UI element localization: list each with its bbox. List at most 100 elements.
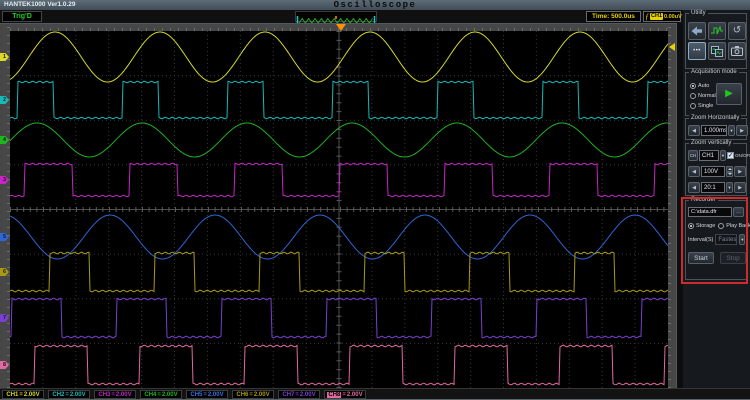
range-decrease-button[interactable]: ◀ <box>688 166 700 177</box>
waveform-plot-area[interactable] <box>9 31 669 388</box>
browse-button[interactable]: … <box>733 207 744 217</box>
spin-down-button[interactable] <box>726 171 733 177</box>
channel-select-value: CH1 <box>702 152 715 159</box>
range-increase-button[interactable]: ▶ <box>734 166 746 177</box>
radio-normal-label: Normal <box>698 93 716 99</box>
voltage-range-value: 100V <box>704 168 719 175</box>
channel-position-marker-ch3[interactable]: 3 <box>0 176 9 184</box>
recorder-title: Recorder <box>689 197 718 204</box>
channel-button[interactable]: CH <box>688 150 698 161</box>
right-arrow-icon: ▶ <box>738 168 742 175</box>
undo-button[interactable]: ↺ <box>728 22 746 40</box>
spin-up-icon <box>727 166 732 171</box>
screenshot-button[interactable] <box>728 42 746 60</box>
channel-position-marker-ch2[interactable]: 2 <box>0 96 9 104</box>
onoff-checkbox[interactable]: ✓ <box>727 152 734 159</box>
channel-equals: = <box>295 391 299 398</box>
voltage-range-spinner[interactable] <box>726 166 733 177</box>
oscilloscope-window: HANTEK1000 Ver1.0.29 Oscilloscope Trig'D… <box>0 0 750 400</box>
record-preview-strip[interactable] <box>295 11 377 25</box>
channel-status-ch4[interactable]: CH4 = 2.00V <box>140 390 182 399</box>
probe-dropdown-button[interactable]: ▼ <box>726 182 733 193</box>
record-path-input[interactable]: C:\data.dfr <box>688 207 732 217</box>
zoom-h-value-field[interactable]: 1.000ms <box>701 125 727 136</box>
probe-increase-button[interactable]: ▶ <box>734 182 746 193</box>
multi-window-button[interactable] <box>708 42 726 60</box>
zoom-h-increase-button[interactable]: ▶ <box>736 125 748 136</box>
right-ruler[interactable] <box>668 24 676 388</box>
zoom-h-decrease-button[interactable]: ◀ <box>688 125 700 136</box>
more-options-button[interactable]: ••• <box>688 42 706 60</box>
radio-playback-label: Play Back <box>726 223 750 229</box>
acquisition-title: Acquisition mode <box>689 69 739 76</box>
channel-position-marker-ch4[interactable]: 4 <box>0 136 9 144</box>
channel-equals: = <box>65 391 69 398</box>
zoom-h-dropdown-button[interactable]: ▼ <box>728 125 735 136</box>
start-button[interactable]: Start <box>688 252 714 264</box>
zoom-vertical-group: Zoom vertically CH CH1 ▼ ✓ ON/OFF ◀ 100V… <box>685 140 750 196</box>
channel-status-ch3[interactable]: CH3 = 2.00V <box>94 390 136 399</box>
channel-status-ch8[interactable]: CH8 = 2.00V <box>324 390 366 399</box>
channel-position-marker-ch5[interactable]: 5 <box>0 233 9 241</box>
channel-status-ch1[interactable]: CH1 = 2.00V <box>2 390 44 399</box>
channel-equals: = <box>249 391 253 398</box>
channel-position-marker-ch8[interactable]: 8 <box>0 361 9 369</box>
acquisition-option-auto[interactable]: Auto <box>690 81 716 91</box>
probe-ratio-field[interactable]: 20:1 <box>701 182 725 193</box>
acquisition-option-single[interactable]: Single <box>690 101 716 111</box>
trigger-status-badge: Trig'D <box>2 11 42 22</box>
horizontal-ruler[interactable] <box>10 24 668 31</box>
channel-position-marker-ch6[interactable]: 6 <box>0 268 9 276</box>
acquisition-option-normal[interactable]: Normal <box>690 91 716 101</box>
channel-label: CH1 <box>6 391 19 398</box>
radio-auto[interactable] <box>690 83 696 89</box>
right-arrow-icon: ▶ <box>740 127 744 134</box>
run-button[interactable]: ▶ <box>716 83 742 105</box>
channel-volts-per-div: 2.00V <box>346 391 363 398</box>
recorder-mode-playback[interactable]: Play Back <box>718 221 750 231</box>
probe-decrease-button[interactable]: ◀ <box>688 182 700 193</box>
radio-playback[interactable] <box>718 223 725 229</box>
ellipsis-icon: ••• <box>693 48 701 54</box>
channel-dropdown-button[interactable]: ▼ <box>720 150 726 161</box>
waveforms-canvas <box>9 31 669 388</box>
voltage-range-field[interactable]: 100V <box>701 166 725 177</box>
camera-icon <box>731 46 743 56</box>
channel-label: CH4 <box>144 391 157 398</box>
interval-select[interactable]: Fastest <box>715 234 738 245</box>
window-title: Oscilloscope <box>333 0 417 10</box>
radio-auto-label: Auto <box>698 83 710 89</box>
channel-volts-per-div: 2.00V <box>69 391 86 398</box>
control-sidebar: Utility ↺ ••• Acquisition mode Auto Norm… <box>683 10 750 400</box>
channel-select[interactable]: CH1 <box>699 150 719 161</box>
channel-label: CH7 <box>282 391 295 398</box>
interval-dropdown-button[interactable]: ▼ <box>739 234 746 245</box>
scope-display: 1 2 4 3 5 6 7 8 <box>0 23 677 389</box>
channel-volts-per-div: 2.00V <box>253 391 270 398</box>
recorder-mode-storage[interactable]: Storage <box>688 221 715 231</box>
channel-volts-per-div: 2.00V <box>23 391 40 398</box>
undo-icon: ↺ <box>732 25 742 36</box>
channel-position-marker-ch1[interactable]: 1 <box>0 53 9 61</box>
channel-status-ch2[interactable]: CH2 = 2.00V <box>48 390 90 399</box>
channel-equals: = <box>157 391 161 398</box>
zoom-vertical-title: Zoom vertically <box>689 140 734 147</box>
back-button[interactable] <box>688 22 706 40</box>
spin-down-icon <box>727 172 732 177</box>
spin-up-button[interactable] <box>726 166 733 172</box>
radio-single[interactable] <box>690 103 696 109</box>
right-arrow-icon: ▶ <box>738 184 742 191</box>
channel-status-ch6[interactable]: CH6 = 2.00V <box>232 390 274 399</box>
channel-status-ch7[interactable]: CH7 = 2.00V <box>278 390 320 399</box>
top-toolbar: Trig'D Time: 500.0us ƒ CH1 0.00uV <box>0 10 750 25</box>
waveform-button[interactable] <box>708 22 726 40</box>
radio-normal[interactable] <box>690 93 696 99</box>
trigger-slope-icon: ƒ <box>645 11 649 21</box>
channel-status-ch5[interactable]: CH5 = 2.00V <box>186 390 228 399</box>
channel-position-marker-ch7[interactable]: 7 <box>0 314 9 322</box>
radio-storage[interactable] <box>688 223 694 229</box>
trigger-source-badge: CH1 <box>650 13 664 20</box>
left-channel-ruler[interactable]: 1 2 4 3 5 6 7 8 <box>0 24 10 388</box>
title-bar[interactable]: HANTEK1000 Ver1.0.29 Oscilloscope <box>0 0 750 10</box>
channel-volts-per-div: 2.00V <box>299 391 316 398</box>
